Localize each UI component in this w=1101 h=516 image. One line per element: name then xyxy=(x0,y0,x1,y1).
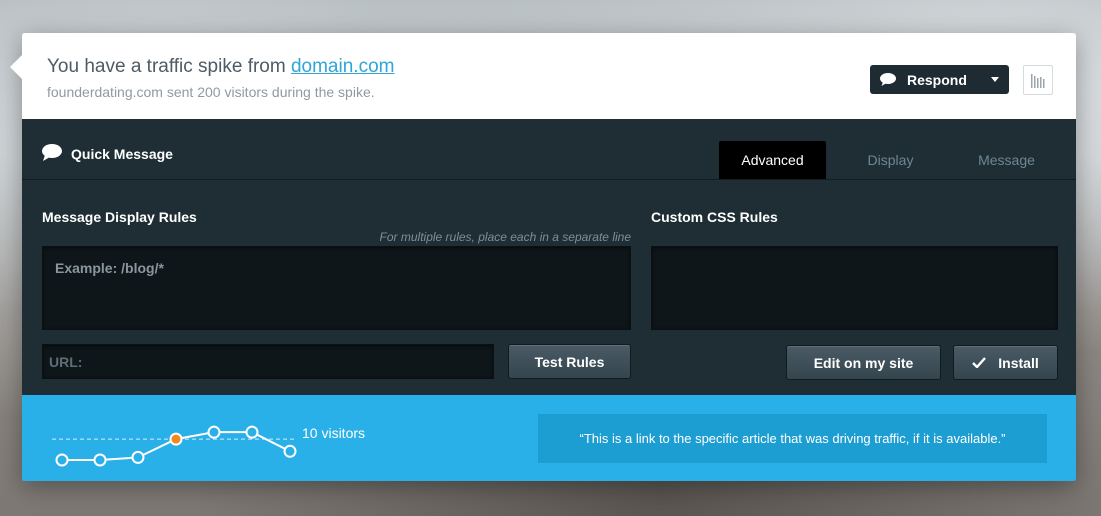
edit-on-site-label: Edit on my site xyxy=(813,354,914,371)
visitors-label: 10 visitors xyxy=(302,425,366,441)
sparkline-point xyxy=(245,425,259,439)
url-input[interactable] xyxy=(42,344,494,379)
stats-button[interactable] xyxy=(1023,65,1053,95)
article-quote-text: “This is a link to the specific article … xyxy=(579,431,1006,446)
edit-on-site-button[interactable]: Edit on my site xyxy=(786,345,941,380)
header-title: You have a traffic spike from domain.com xyxy=(47,56,394,78)
traffic-footer: 10 visitors “This is a link to the speci… xyxy=(22,395,1076,481)
tab-advanced[interactable]: Advanced xyxy=(719,141,826,179)
traffic-spike-card: You have a traffic spike from domain.com… xyxy=(10,33,1076,481)
header-title-text: You have a traffic spike from xyxy=(47,56,286,77)
chevron-down-icon[interactable] xyxy=(991,77,999,82)
speech-bubble-icon xyxy=(42,144,62,161)
speech-bubble-icon xyxy=(880,73,896,86)
traffic-sparkline xyxy=(52,425,297,467)
install-label: Install xyxy=(998,354,1039,371)
install-button[interactable]: Install xyxy=(953,345,1058,380)
sparkline-point xyxy=(207,425,221,439)
checkmark-icon xyxy=(972,357,987,368)
test-rules-button[interactable]: Test Rules xyxy=(508,344,631,379)
tab-display[interactable]: Display xyxy=(837,141,944,179)
panel-header: Quick Message Advanced Display Message xyxy=(22,119,1076,180)
header-subtitle: founderdating.com sent 200 visitors duri… xyxy=(47,84,375,100)
respond-button[interactable]: Respond xyxy=(870,65,1009,94)
rules-hint: For multiple rules, place each in a sepa… xyxy=(379,230,631,244)
tab-message[interactable]: Message xyxy=(953,141,1060,179)
respond-label: Respond xyxy=(907,71,967,88)
domain-link[interactable]: domain.com xyxy=(291,56,395,77)
article-quote-box[interactable]: “This is a link to the specific article … xyxy=(538,414,1047,463)
quick-message-panel: Quick Message Advanced Display Message M… xyxy=(22,119,1076,395)
custom-css-heading: Custom CSS Rules xyxy=(651,209,778,225)
panel-title: Quick Message xyxy=(71,146,173,162)
bar-chart-icon xyxy=(1031,74,1045,88)
notification-header: You have a traffic spike from domain.com… xyxy=(10,33,1076,119)
test-rules-label: Test Rules xyxy=(534,353,605,370)
sparkline-point xyxy=(169,432,183,446)
sparkline-point xyxy=(93,453,107,467)
sparkline-point xyxy=(131,450,145,464)
sparkline-point xyxy=(283,444,297,458)
display-rules-textarea[interactable] xyxy=(42,246,631,330)
header-pointer xyxy=(10,55,22,79)
sparkline-point xyxy=(55,453,69,467)
custom-css-textarea[interactable] xyxy=(651,246,1058,330)
display-rules-heading: Message Display Rules xyxy=(42,209,197,225)
